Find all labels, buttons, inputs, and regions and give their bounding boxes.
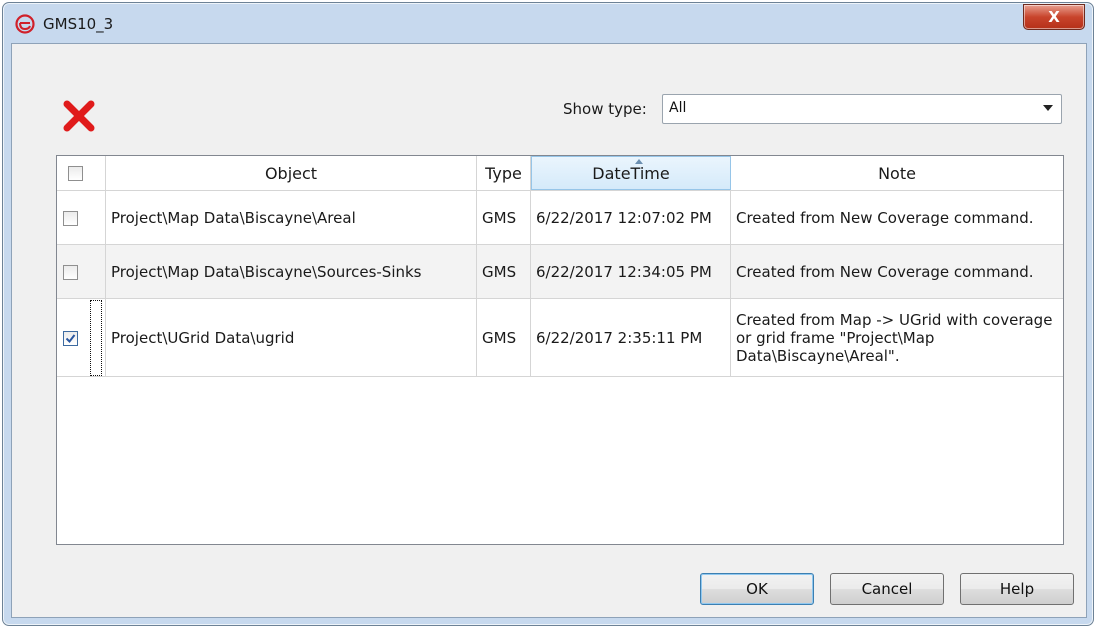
type-cell: GMS xyxy=(477,245,531,298)
row-checkbox-cell xyxy=(57,191,106,244)
checkmark-icon xyxy=(65,334,76,344)
note-cell: Created from New Coverage command. xyxy=(736,262,1034,281)
column-header-type[interactable]: Type xyxy=(477,156,531,190)
object-cell: Project\Map Data\Biscayne\Sources-Sinks xyxy=(106,245,477,298)
datetime-cell: 6/22/2017 12:34:05 PM xyxy=(531,245,731,298)
focus-indicator xyxy=(90,300,102,376)
sort-ascending-icon xyxy=(635,159,643,164)
type-cell: GMS xyxy=(477,191,531,244)
datetime-cell: 6/22/2017 12:07:02 PM xyxy=(531,191,731,244)
red-x-icon[interactable] xyxy=(62,99,96,133)
type-cell: GMS xyxy=(477,299,531,376)
chevron-down-icon xyxy=(1043,105,1053,111)
table-row[interactable]: Project\Map Data\Biscayne\Areal GMS 6/22… xyxy=(57,191,1063,245)
dialog-client-area: Show type: All Object Type DateTime Note xyxy=(11,43,1087,618)
column-header-datetime-label: DateTime xyxy=(592,163,670,183)
show-type-value: All xyxy=(669,100,687,116)
header-select-all[interactable] xyxy=(57,156,106,190)
show-type-label: Show type: xyxy=(563,100,647,118)
row-checkbox-cell xyxy=(57,245,106,298)
table-row[interactable]: Project\UGrid Data\ugrid GMS 6/22/2017 2… xyxy=(57,299,1063,377)
note-cell: Created from New Coverage command. xyxy=(736,208,1034,227)
datetime-cell: 6/22/2017 2:35:11 PM xyxy=(531,299,731,376)
row-checkbox[interactable] xyxy=(63,211,78,226)
column-header-note[interactable]: Note xyxy=(731,156,1063,190)
object-cell: Project\Map Data\Biscayne\Areal xyxy=(106,191,477,244)
show-type-dropdown[interactable]: All xyxy=(662,94,1062,124)
column-header-datetime[interactable]: DateTime xyxy=(531,156,731,190)
row-checkbox-cell xyxy=(57,299,106,376)
close-button[interactable]: X xyxy=(1023,4,1085,30)
objects-table: Object Type DateTime Note Project\Map Da… xyxy=(56,155,1064,545)
row-checkbox[interactable] xyxy=(63,265,78,280)
table-header: Object Type DateTime Note xyxy=(57,156,1063,191)
cancel-button[interactable]: Cancel xyxy=(830,573,944,605)
ok-button[interactable]: OK xyxy=(700,573,814,605)
title-bar[interactable]: GMS10_3 X xyxy=(3,3,1093,45)
note-cell: Created from Map -> UGrid with coverage … xyxy=(736,310,1053,365)
table-row[interactable]: Project\Map Data\Biscayne\Sources-Sinks … xyxy=(57,245,1063,299)
window-title: GMS10_3 xyxy=(43,15,114,33)
gms-app-icon xyxy=(15,14,35,34)
select-all-checkbox[interactable] xyxy=(68,166,83,181)
close-icon: X xyxy=(1048,8,1060,26)
dialog-window: GMS10_3 X Show type: All Object Type Dat… xyxy=(2,2,1094,626)
row-checkbox[interactable] xyxy=(63,331,78,346)
column-header-object[interactable]: Object xyxy=(106,156,477,190)
object-cell: Project\UGrid Data\ugrid xyxy=(106,299,477,376)
help-button[interactable]: Help xyxy=(960,573,1074,605)
